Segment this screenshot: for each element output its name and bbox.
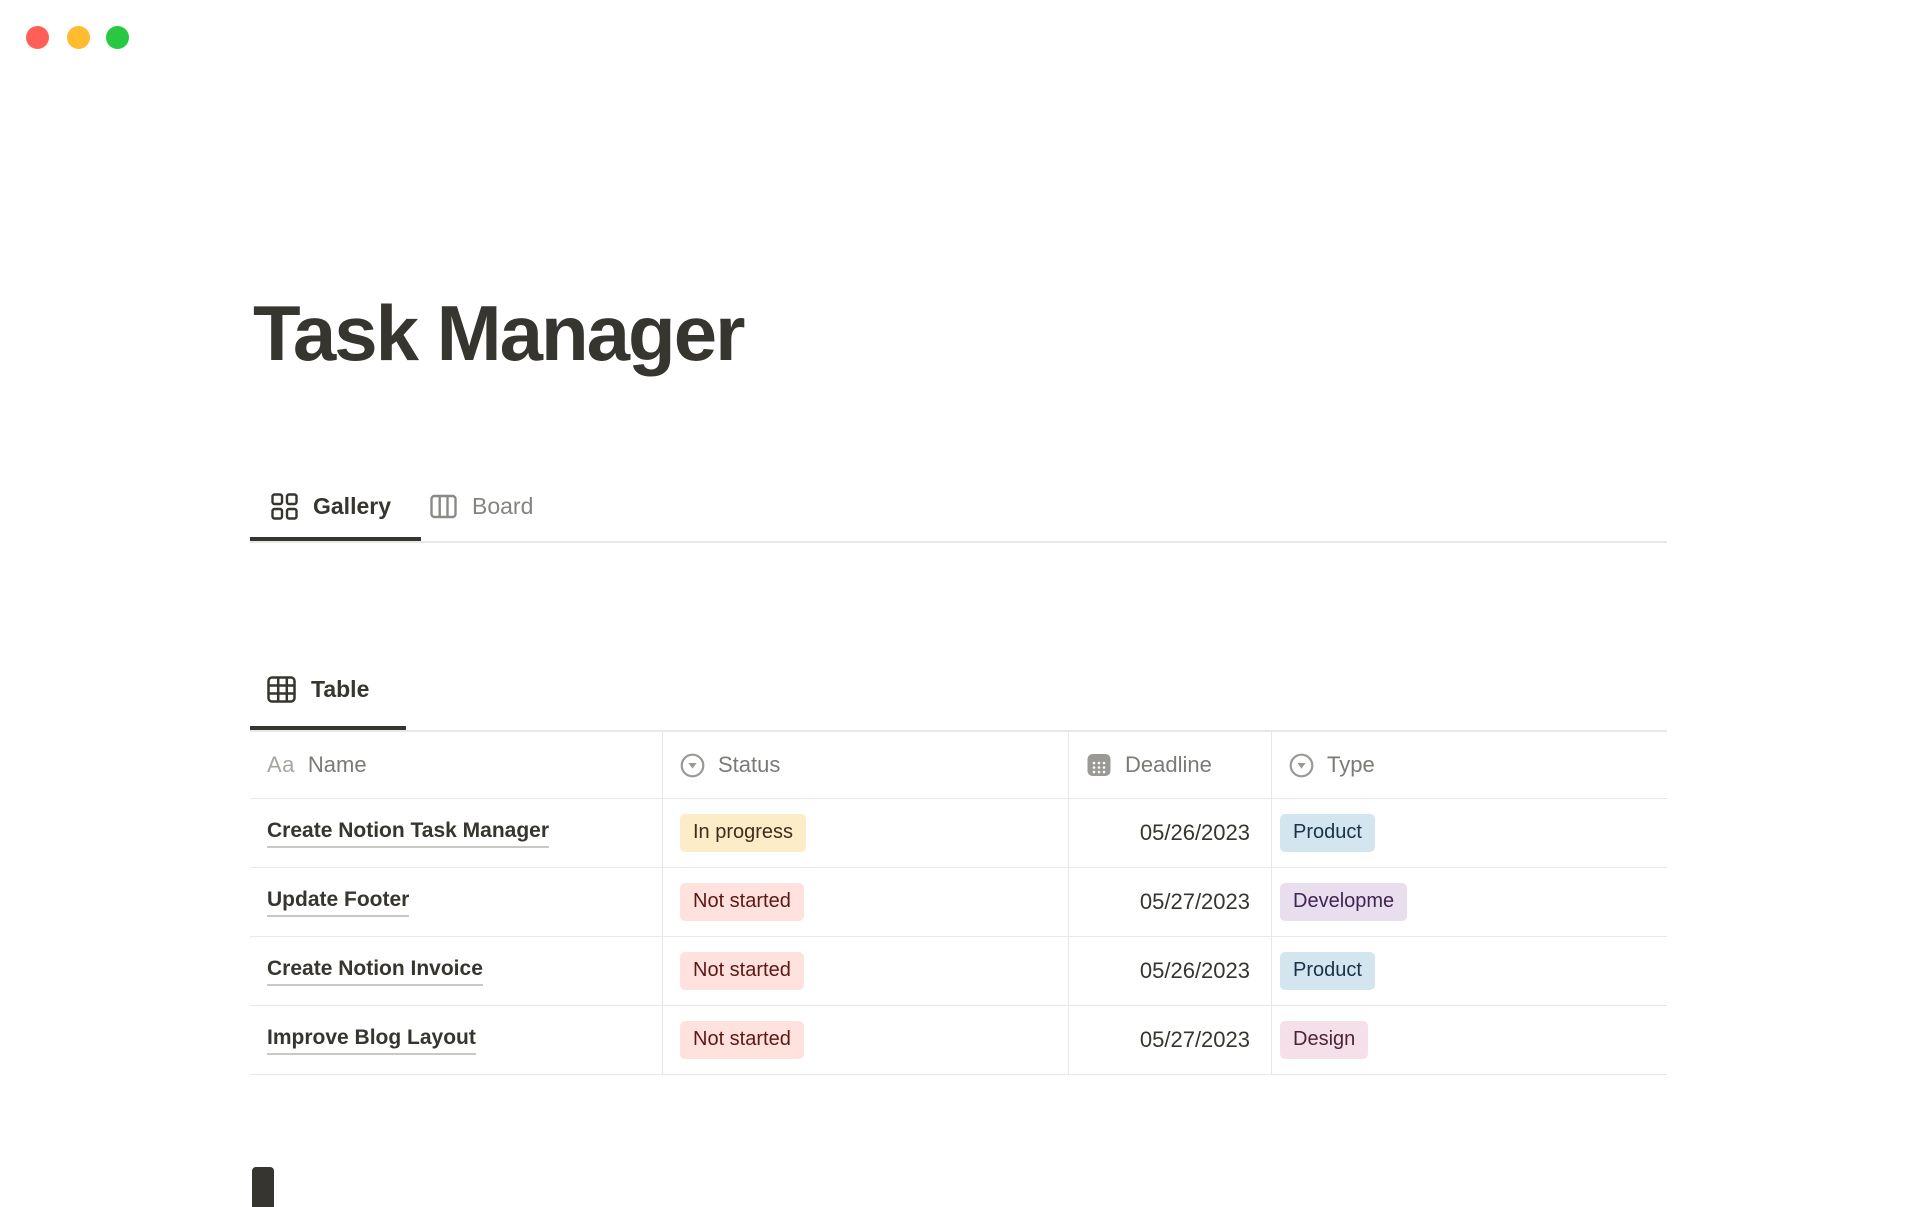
tab-board[interactable]: Board [429, 492, 533, 521]
column-header-name-label: Name [308, 752, 367, 778]
page-title[interactable]: Task Manager [253, 291, 743, 377]
select-dropdown-icon [1289, 753, 1314, 778]
column-header-type[interactable]: Type [1272, 732, 1667, 799]
table-row-1-status-cell[interactable]: In progress [663, 799, 1069, 868]
table-row-2-deadline-cell[interactable]: 05/27/2023 [1069, 868, 1272, 937]
tab-gallery[interactable]: Gallery [270, 492, 391, 521]
type-badge[interactable]: Product [1280, 952, 1375, 990]
table-row-4-type-cell[interactable]: Design [1272, 1006, 1667, 1075]
text-aa-icon: Aa [267, 752, 295, 778]
column-header-type-label: Type [1327, 752, 1375, 778]
task-table: Aa Name Status Deadline [250, 732, 1667, 1075]
window-minimize-button[interactable] [67, 26, 90, 49]
column-header-name[interactable]: Aa Name [250, 732, 663, 799]
task-page-link[interactable]: Create Notion Invoice [267, 957, 483, 986]
cutoff-block-icon [252, 1167, 274, 1207]
table-row-2-name-cell[interactable]: Update Footer [250, 868, 663, 937]
table-row-3-status-cell[interactable]: Not started [663, 937, 1069, 1006]
task-page-link[interactable]: Improve Blog Layout [267, 1026, 476, 1055]
column-header-deadline-label: Deadline [1125, 752, 1212, 778]
task-page-link[interactable]: Create Notion Task Manager [267, 819, 549, 848]
table-row-1-name-cell[interactable]: Create Notion Task Manager [250, 799, 663, 868]
tabs-divider-line [250, 541, 1667, 543]
tab-gallery-label: Gallery [313, 493, 391, 520]
window-zoom-button[interactable] [106, 26, 129, 49]
type-badge[interactable]: Product [1280, 814, 1375, 852]
table-row-1-type-cell[interactable]: Product [1272, 799, 1667, 868]
table-section-label: Table [311, 676, 369, 703]
status-badge[interactable]: In progress [680, 814, 806, 852]
table-icon [266, 674, 297, 705]
table-row-3-name-cell[interactable]: Create Notion Invoice [250, 937, 663, 1006]
gallery-icon [270, 492, 299, 521]
table-row-3-deadline-cell[interactable]: 05/26/2023 [1069, 937, 1272, 1006]
table-row-4-status-cell[interactable]: Not started [663, 1006, 1069, 1075]
task-page-link[interactable]: Update Footer [267, 888, 409, 917]
table-row-4-deadline-cell[interactable]: 05/27/2023 [1069, 1006, 1272, 1075]
type-badge[interactable]: Design [1280, 1021, 1368, 1059]
view-tabs: Gallery Board [270, 482, 533, 530]
column-header-status[interactable]: Status [663, 732, 1069, 799]
table-row-2-type-cell[interactable]: Developme [1272, 868, 1667, 937]
type-badge[interactable]: Developme [1280, 883, 1407, 921]
status-badge[interactable]: Not started [680, 883, 804, 921]
select-dropdown-icon [680, 753, 705, 778]
table-row-4-name-cell[interactable]: Improve Blog Layout [250, 1006, 663, 1075]
table-row-3-type-cell[interactable]: Product [1272, 937, 1667, 1006]
column-header-status-label: Status [718, 752, 780, 778]
status-badge[interactable]: Not started [680, 952, 804, 990]
board-icon [429, 492, 458, 521]
calendar-icon [1086, 752, 1112, 778]
notion-window: Task Manager Gallery Board [0, 0, 1920, 1200]
table-row-2-status-cell[interactable]: Not started [663, 868, 1069, 937]
table-section-toggle[interactable]: Table [266, 674, 369, 705]
tab-board-label: Board [472, 493, 533, 520]
status-badge[interactable]: Not started [680, 1021, 804, 1059]
table-row-1-deadline-cell[interactable]: 05/26/2023 [1069, 799, 1272, 868]
window-close-button[interactable] [26, 26, 49, 49]
column-header-deadline[interactable]: Deadline [1069, 732, 1272, 799]
